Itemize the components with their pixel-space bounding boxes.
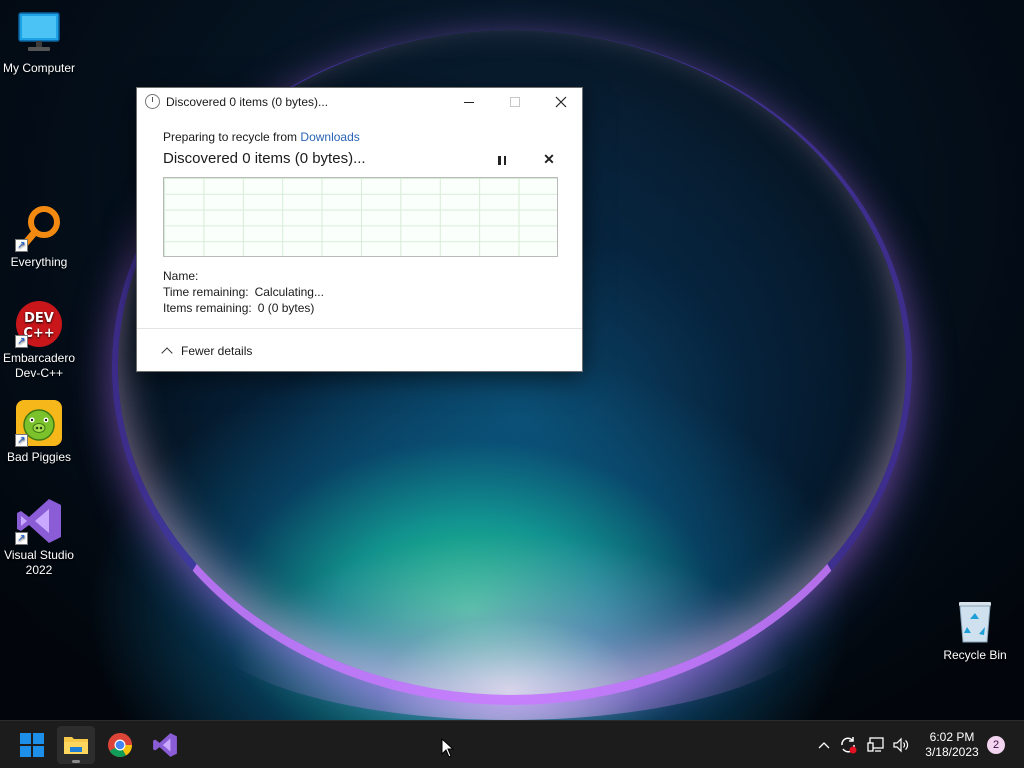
- details-panel: Name: Time remaining: Calculating... Item…: [163, 268, 324, 316]
- recycle-bin-icon: [951, 597, 999, 645]
- svg-text:C++: C++: [23, 326, 54, 341]
- devcpp-icon: DEV C++ ↗: [15, 300, 63, 348]
- volume-button[interactable]: [889, 726, 913, 764]
- sync-status-button[interactable]: [836, 726, 860, 764]
- taskbar-file-explorer[interactable]: [57, 726, 95, 764]
- pause-icon: [498, 155, 501, 165]
- volume-icon: [893, 737, 909, 753]
- minimize-button[interactable]: [446, 88, 492, 116]
- taskbar: 6:02 PM 3/18/2023 2: [0, 720, 1024, 768]
- network-button[interactable]: [864, 726, 888, 764]
- minimize-icon: [464, 101, 474, 103]
- shortcut-arrow-icon: ↗: [15, 434, 28, 447]
- name-label: Name:: [163, 269, 199, 283]
- clock-time: 6:02 PM: [929, 730, 975, 744]
- shortcut-arrow-icon: ↗: [15, 335, 28, 348]
- taskbar-chrome[interactable]: [101, 726, 139, 764]
- prep-line: Preparing to recycle from Downloads: [163, 130, 360, 144]
- desktop-icon-label: Everything: [10, 255, 68, 269]
- visual-studio-icon: [153, 733, 177, 757]
- start-icon: [20, 733, 44, 757]
- notification-badge[interactable]: 2: [987, 736, 1005, 754]
- prep-text: Preparing to recycle from: [163, 130, 298, 144]
- dialog-titlebar[interactable]: Discovered 0 items (0 bytes)...: [137, 88, 582, 116]
- magnifier-icon: ↗: [15, 204, 63, 252]
- mouse-cursor-icon: [441, 738, 455, 758]
- desktop-icon-label: Embarcadero Dev-C++: [2, 351, 76, 380]
- desktop-icon-visual-studio[interactable]: ↗ Visual Studio 2022: [0, 497, 78, 578]
- active-indicator: [72, 760, 80, 763]
- network-icon: [867, 737, 884, 752]
- maximize-icon: [510, 97, 520, 107]
- recycle-progress-dialog: Discovered 0 items (0 bytes)... Preparin…: [136, 87, 583, 372]
- taskbar-visual-studio[interactable]: [146, 726, 184, 764]
- fewer-details-label: Fewer details: [181, 344, 253, 358]
- shortcut-arrow-icon: ↗: [15, 239, 28, 252]
- maximize-button: [492, 88, 538, 116]
- chevron-up-icon: [161, 347, 173, 359]
- progress-status: Discovered 0 items (0 bytes)...: [163, 150, 366, 167]
- divider: [137, 328, 582, 329]
- close-button[interactable]: [538, 88, 584, 116]
- desktop-icon-label: My Computer: [2, 61, 76, 75]
- pig-icon: ↗: [15, 399, 63, 447]
- clock-date: 3/18/2023: [925, 745, 979, 759]
- sync-icon: [841, 737, 857, 754]
- desktop-icon-everything[interactable]: ↗ Everything: [0, 204, 78, 270]
- desktop-icon-label: Visual Studio 2022: [4, 548, 74, 577]
- items-remaining-label: Items remaining:: [163, 301, 252, 315]
- start-button[interactable]: [13, 726, 51, 764]
- desktop-icon-label: Recycle Bin: [943, 648, 1007, 662]
- desktop-icon-devcpp[interactable]: DEV C++ ↗ Embarcadero Dev-C++: [0, 300, 78, 381]
- desktop-icon-recycle-bin[interactable]: Recycle Bin: [936, 597, 1014, 663]
- desktop-icon-label: Bad Piggies: [6, 450, 72, 464]
- chevron-up-icon: [818, 742, 830, 749]
- source-folder-link[interactable]: Downloads: [300, 130, 359, 144]
- dialog-title: Discovered 0 items (0 bytes)...: [166, 95, 329, 109]
- desktop-icon-bad-piggies[interactable]: ↗ Bad Piggies: [0, 399, 78, 465]
- desktop-icon-my-computer[interactable]: My Computer: [0, 10, 78, 76]
- file-explorer-icon: [64, 737, 88, 754]
- visual-studio-icon: ↗: [15, 497, 63, 545]
- time-remaining-label: Time remaining:: [163, 285, 249, 299]
- cancel-button[interactable]: ✕: [540, 150, 558, 168]
- chrome-icon: [108, 733, 132, 758]
- shortcut-arrow-icon: ↗: [15, 532, 28, 545]
- transfer-speed-graph: [163, 177, 558, 257]
- monitor-icon: [15, 10, 63, 58]
- clock-icon: [145, 94, 160, 109]
- show-hidden-icons-button[interactable]: [814, 726, 834, 764]
- items-remaining-value: 0 (0 bytes): [257, 301, 315, 315]
- svg-text:DEV: DEV: [24, 311, 54, 326]
- time-remaining-value: Calculating...: [254, 285, 324, 299]
- close-icon: [555, 96, 567, 108]
- fewer-details-button[interactable]: Fewer details: [161, 344, 253, 359]
- pause-button[interactable]: [493, 152, 511, 168]
- taskbar-clock[interactable]: 6:02 PM 3/18/2023: [920, 730, 984, 760]
